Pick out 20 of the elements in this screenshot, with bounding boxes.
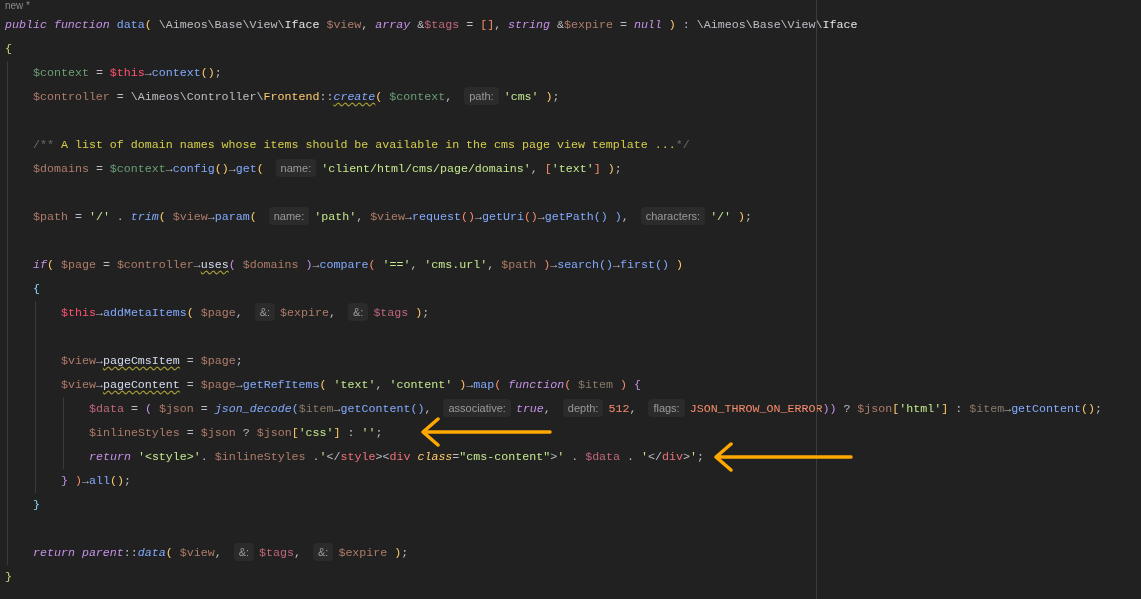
code-line: { xyxy=(5,41,12,57)
tab-label[interactable]: new * xyxy=(5,0,30,12)
code-line: $view→pageCmsItem = $page; xyxy=(61,353,243,369)
code-line: } xyxy=(5,569,12,585)
code-line: $domains = $context→config()→get( name: 'client/html/cms/page/domains', ['text'] ); xyxy=(33,157,622,181)
code-line: $data = ( $json = json_decode($item→getContent(), associative: true, depth: 512, flags: JSON_THROW_ON_ERROR)) ? $json['html'] : $item→getContent(); xyxy=(89,397,1102,421)
code-line: } xyxy=(33,497,40,513)
code-line: return '<style>'. $inlineStyles .'</style><div class="cms-content">' . $data . '</div>'; xyxy=(89,449,704,465)
code-line: } )→all(); xyxy=(61,473,131,489)
code-line: public function data( \Aimeos\Base\View\Iface $view, array &$tags = [], string &$expire = null ) : \Aimeos\Base\View\Iface xyxy=(5,17,858,33)
code-line: $controller = \Aimeos\Controller\Frontend::create( $context, path: 'cms' ); xyxy=(33,85,560,109)
code-line: $context = $this→context(); xyxy=(33,65,222,81)
code-line: $inlineStyles = $json ? $json['css'] : ''; xyxy=(89,425,383,441)
code-line: $path = '/' . trim( $view→param( name: 'path', $view→request()→getUri()→getPath() ), characters: '/' ); xyxy=(33,205,753,229)
code-line: /** A list of domain names whose items should be available in the cms page view template ...*/ xyxy=(33,137,690,153)
code-line: if( $page = $controller→uses( $domains )→compare( '==', 'cms.url', $path )→search()→first() ) xyxy=(33,257,683,273)
code-line: $this→addMetaItems( $page, &: $expire, &: $tags ); xyxy=(61,301,430,325)
code-line: $view→pageContent = $page→getRefItems( 'text', 'content' )→map( function( $item ) { xyxy=(61,377,641,393)
code-line: return parent::data( $view, &: $tags, &: $expire ); xyxy=(33,541,409,565)
code-line: { xyxy=(33,281,40,297)
